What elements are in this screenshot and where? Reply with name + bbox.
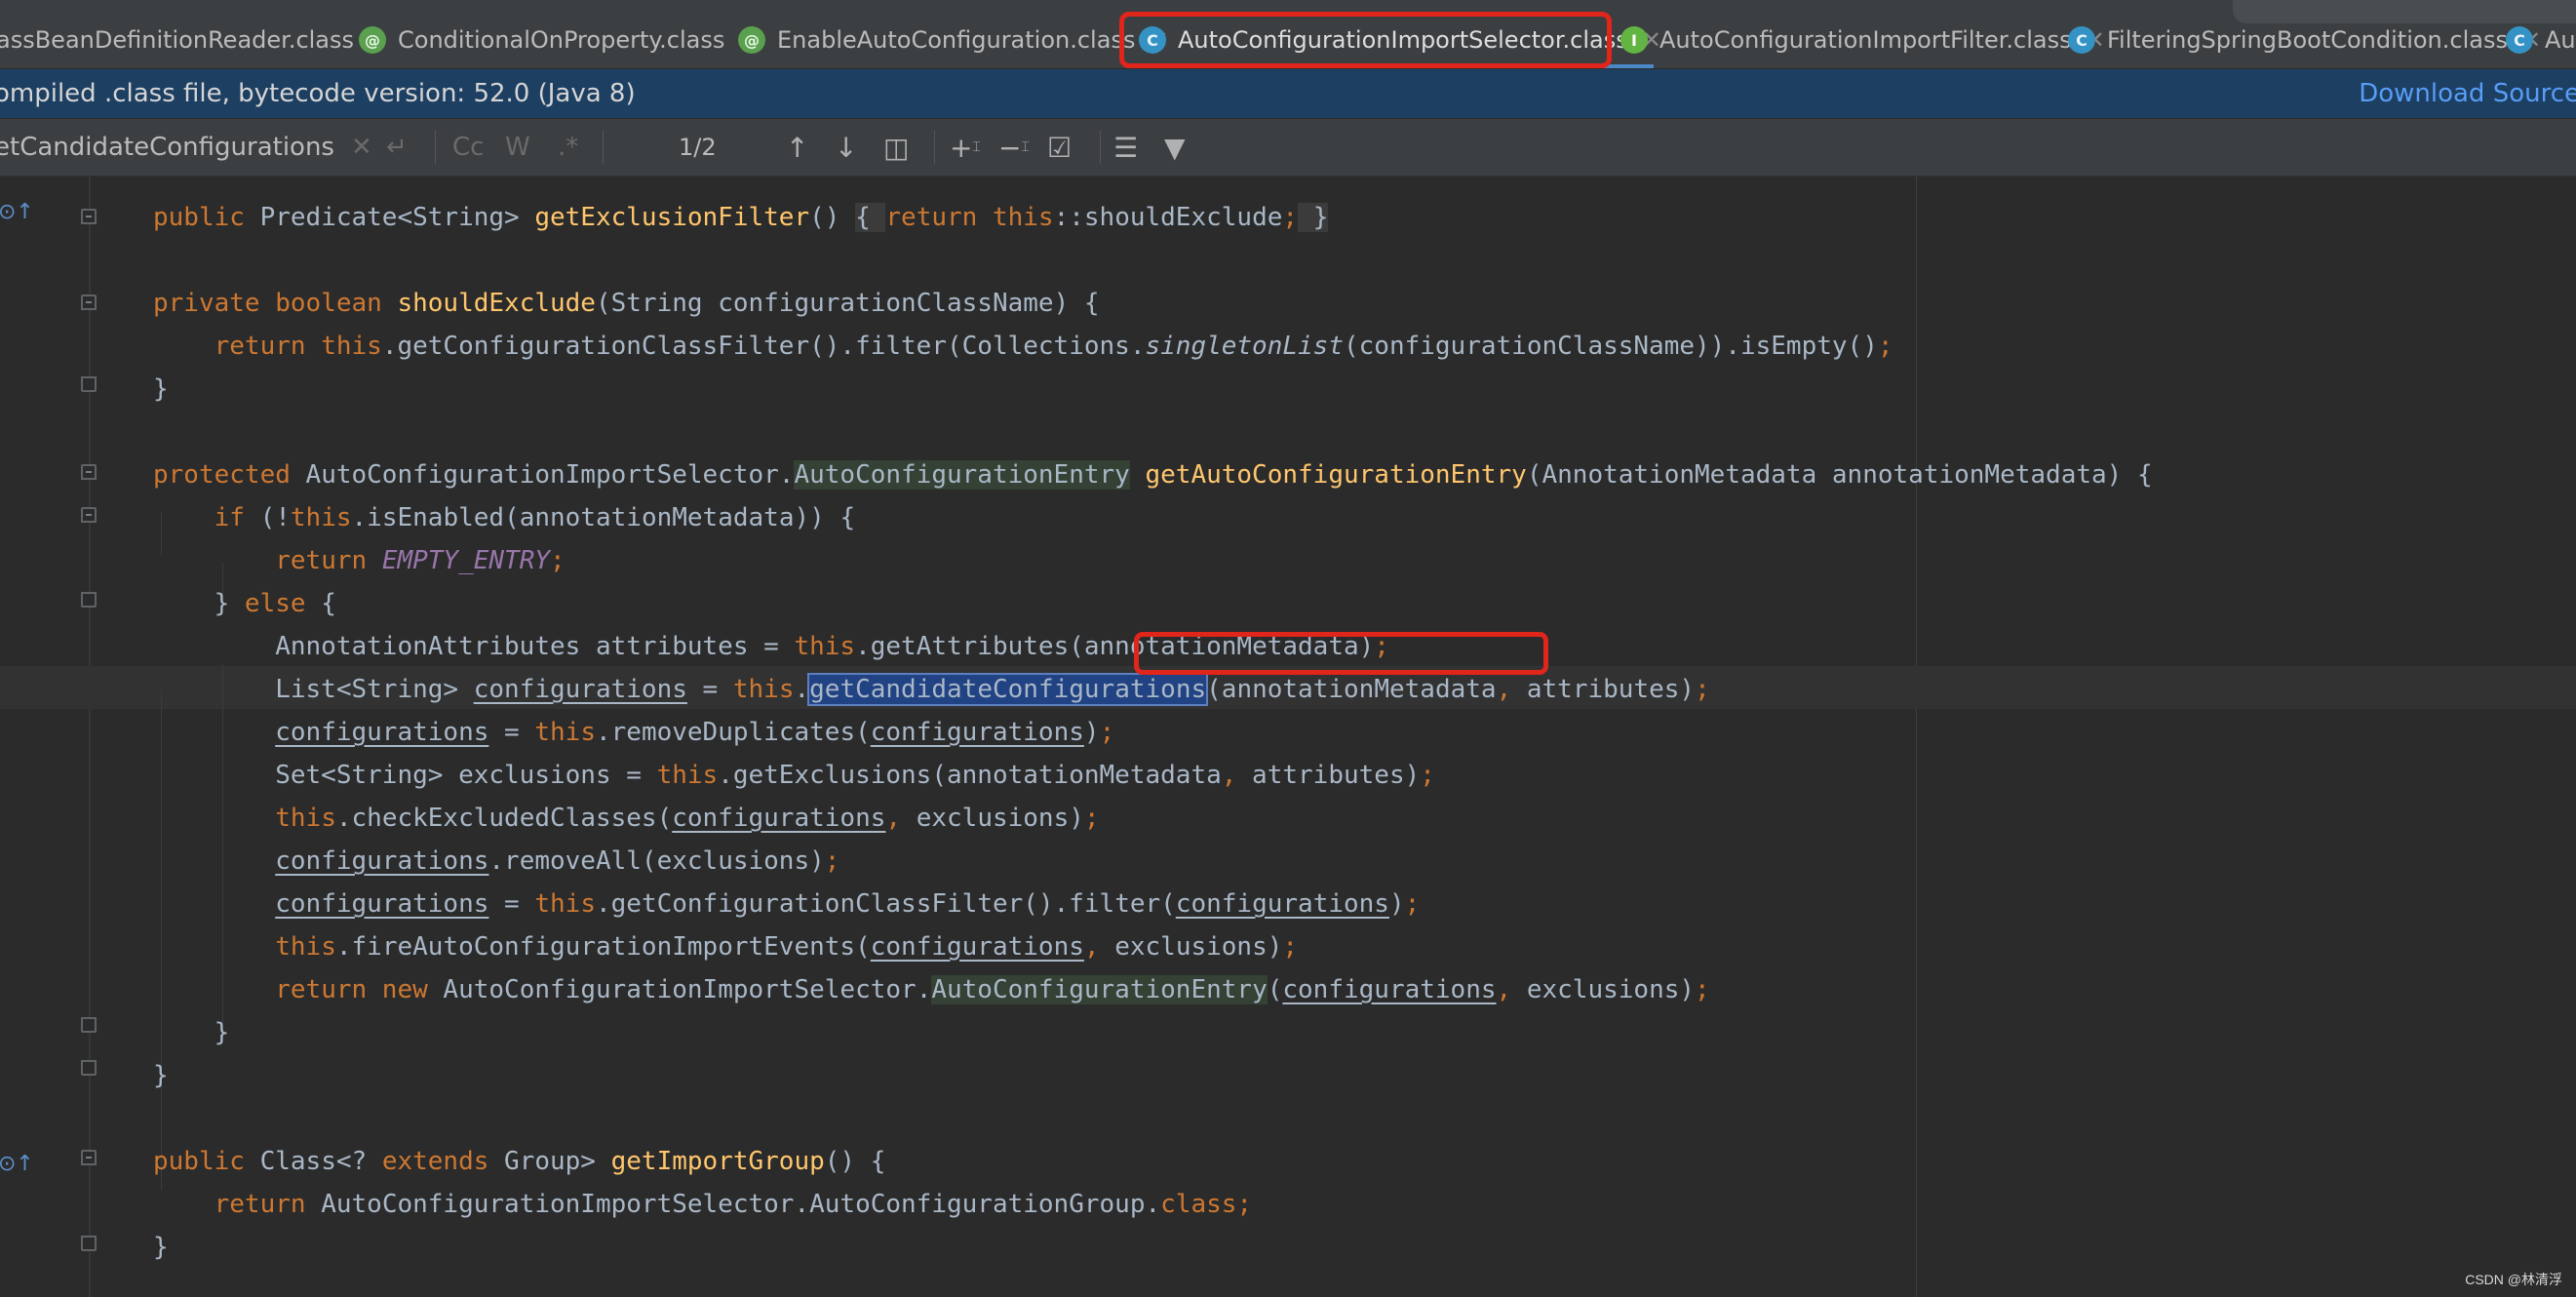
code-line[interactable]: configurations = this.removeDuplicates(c… [0, 711, 2576, 754]
decompiled-message: ompiled .class file, bytecode version: 5… [0, 79, 636, 108]
regex-toggle[interactable]: .* [558, 119, 578, 176]
tab-enableautoconfiguration[interactable]: @ EnableAutoConfiguration.class ✕ [738, 14, 1169, 66]
class-icon: C [2506, 26, 2533, 54]
code-line[interactable]: private boolean shouldExclude(String con… [0, 282, 2576, 325]
code-line[interactable]: this.checkExcludedClasses(configurations… [0, 797, 2576, 840]
add-occurrence-icon[interactable]: + ⌶ [950, 119, 981, 176]
decompiled-info-bar: ompiled .class file, bytecode version: 5… [0, 69, 2576, 118]
filter-search-results-icon[interactable]: ☰ [1113, 119, 1138, 176]
code-line[interactable]: configurations = this.getConfigurationCl… [0, 883, 2576, 925]
code-line[interactable]: public Class<? extends Group> getImportG… [0, 1140, 2576, 1183]
next-occurrence-icon[interactable]: ↓ [835, 119, 857, 176]
annotation-icon: @ [359, 26, 386, 54]
code-line[interactable]: return new AutoConfigurationImportSelect… [0, 968, 2576, 1011]
watermark: CSDN @林清浮 [2465, 1272, 2562, 1287]
code-line[interactable]: configurations.removeAll(exclusions); [0, 840, 2576, 883]
tab-label: EnableAutoConfiguration.class [777, 26, 1136, 54]
find-bar: etCandidateConfigurations ✕ ↵ Cc W .* 1/… [0, 119, 2576, 177]
tab-filteringspringbootcondition[interactable]: C FilteringSpringBootCondition.class ✕ [2068, 14, 2541, 66]
words-toggle[interactable]: W [505, 119, 530, 176]
tab-label: AutoConfigurationImportFilter.class [1659, 26, 2072, 54]
tab-label: Au [2545, 26, 2576, 54]
code-line[interactable]: public Predicate<String> getExclusionFil… [0, 196, 2576, 239]
code-line[interactable]: protected AutoConfigurationImportSelecto… [0, 453, 2576, 496]
select-all-occurrences-icon[interactable]: ☑ [1047, 119, 1072, 176]
code-line[interactable]: } [0, 1226, 2576, 1269]
search-input[interactable]: etCandidateConfigurations [0, 119, 334, 176]
download-sources-link[interactable]: Download Source [2359, 79, 2576, 108]
code-line[interactable]: return EMPTY_ENTRY; [0, 539, 2576, 582]
code-line[interactable]: return this.getConfigurationClassFilter(… [0, 325, 2576, 368]
open-in-window-icon[interactable]: ◫ [883, 119, 909, 176]
active-tab-annotation-box [1119, 12, 1612, 68]
code-line[interactable]: if (!this.isEnabled(annotationMetadata))… [0, 496, 2576, 539]
previous-occurrence-icon[interactable]: ↑ [786, 119, 808, 176]
tab-classbeandefinitionreader[interactable]: assBeanDefinitionReader.class ✕ [0, 14, 387, 66]
new-line-icon[interactable]: ↵ [386, 119, 408, 176]
code-line[interactable]: } else { [0, 582, 2576, 625]
match-count: 1/2 [679, 134, 717, 161]
clear-search-icon[interactable]: ✕ [351, 119, 372, 176]
class-icon: C [2068, 26, 2095, 54]
match-case-toggle[interactable]: Cc [452, 119, 484, 176]
tab-label: FilteringSpringBootCondition.class [2107, 26, 2508, 54]
code-line[interactable]: this.fireAutoConfigurationImportEvents(c… [0, 925, 2576, 968]
method-annotation-box [1134, 632, 1548, 675]
filter-icon[interactable]: ▼ [1164, 119, 1186, 176]
tab-label: ConditionalOnProperty.class [398, 26, 725, 54]
code-editor[interactable]: ⊙↑ ⊙↑ public Predicate<String> getExclus… [0, 177, 2576, 1297]
code-line[interactable]: } [0, 1011, 2576, 1054]
tab-label: assBeanDefinitionReader.class [0, 26, 355, 54]
annotation-icon: @ [738, 26, 765, 54]
code-line[interactable]: } [0, 368, 2576, 411]
remove-occurrence-icon[interactable]: − ⌶ [998, 119, 1030, 176]
code-line[interactable]: return AutoConfigurationImportSelector.A… [0, 1183, 2576, 1226]
tab-autoconfigurationimportfilter[interactable]: I AutoConfigurationImportFilter.class ✕ [1620, 14, 2105, 66]
tab-overflow[interactable]: C Au [2506, 14, 2576, 66]
editor-tab-bar: assBeanDefinitionReader.class ✕ @ Condit… [0, 0, 2576, 69]
code-line[interactable]: } [0, 1054, 2576, 1097]
interface-icon: I [1620, 26, 1648, 54]
code-line[interactable]: Set<String> exclusions = this.getExclusi… [0, 754, 2576, 797]
tab-conditionalonproperty[interactable]: @ ConditionalOnProperty.class ✕ [359, 14, 758, 66]
